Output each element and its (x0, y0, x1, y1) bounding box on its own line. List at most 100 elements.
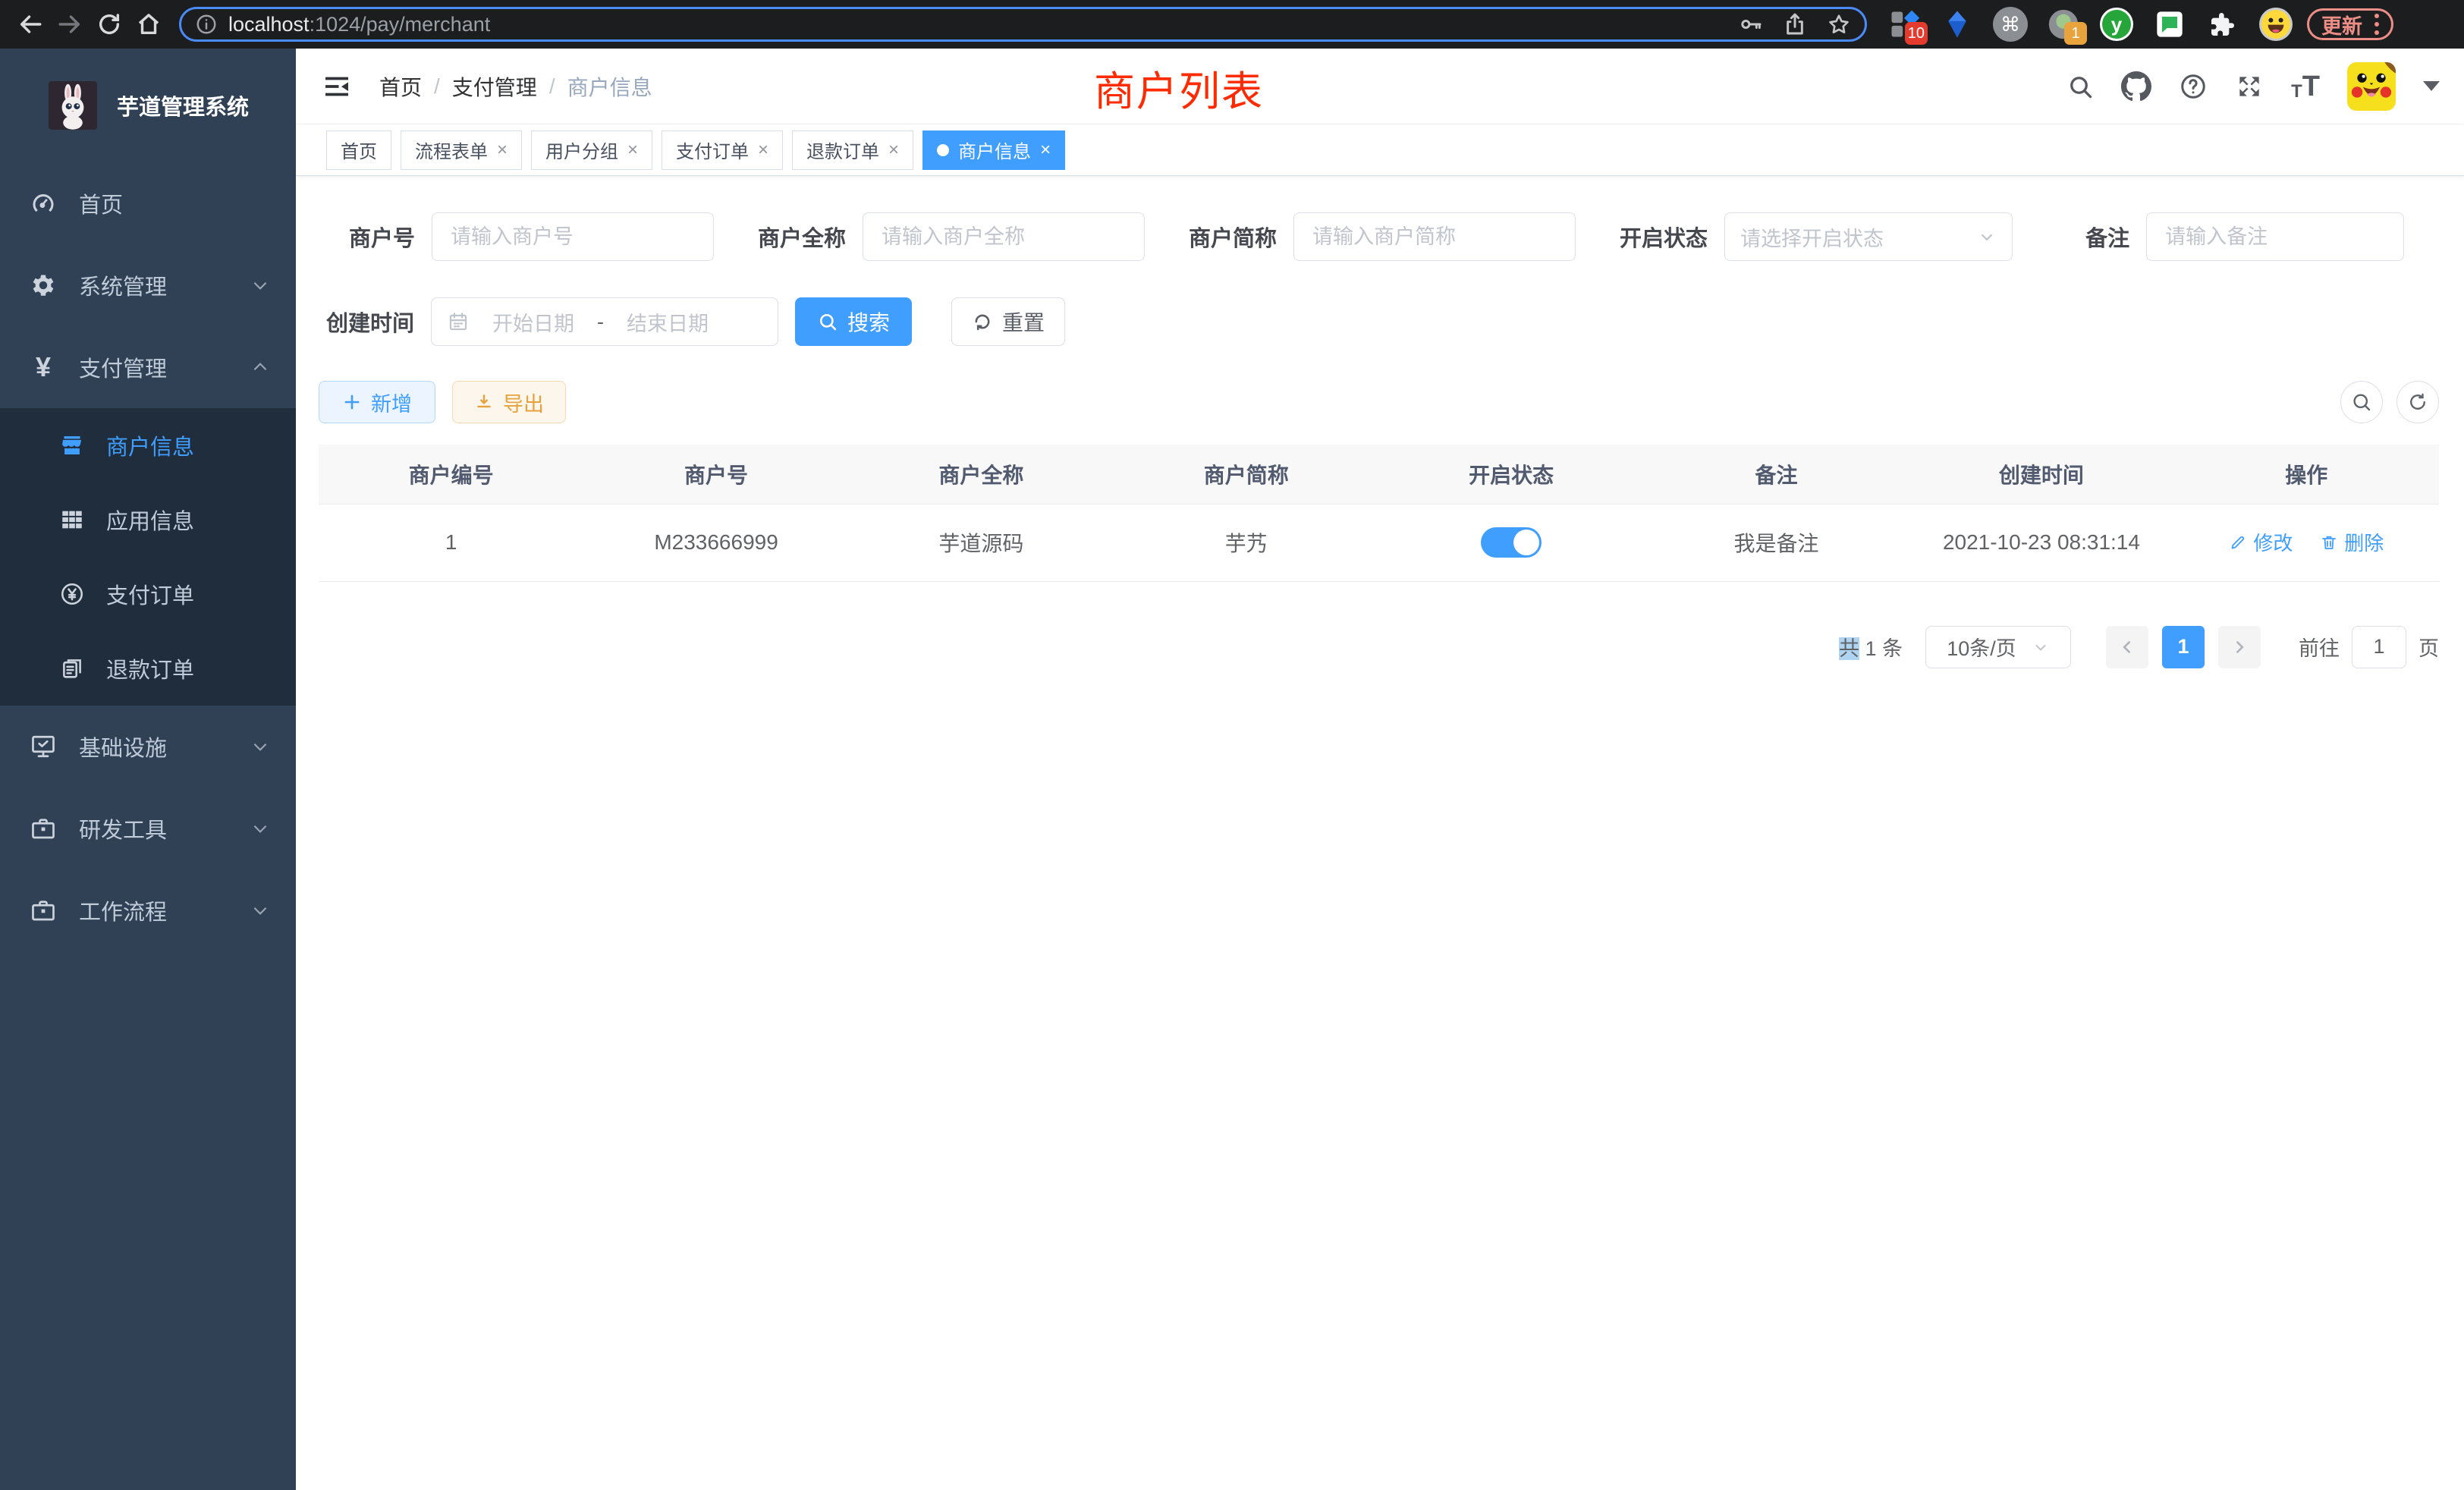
cell-full-name: 芋道源码 (849, 504, 1114, 581)
browser-forward-icon[interactable] (50, 5, 90, 44)
col-actions: 操作 (2174, 445, 2439, 504)
active-dot (937, 144, 949, 156)
extension-command-icon[interactable]: ⌘ (1991, 5, 2029, 43)
sidebar-item-refund-order[interactable]: 退款订单 (0, 631, 296, 706)
sidebar-item-label: 首页 (79, 187, 123, 219)
total-count: 共 1 条 (1839, 632, 1903, 662)
export-button[interactable]: 导出 (452, 381, 566, 423)
extension-puzzle-icon[interactable] (2204, 5, 2242, 43)
header-search-icon[interactable] (2066, 73, 2094, 100)
sidebar-item-pay-order[interactable]: 支付订单 (0, 557, 296, 631)
add-button[interactable]: 新增 (319, 381, 435, 423)
close-icon[interactable]: × (758, 141, 768, 159)
sidebar-item-pay[interactable]: ¥ 支付管理 (0, 326, 296, 408)
tab-refund-order[interactable]: 退款订单× (792, 130, 913, 170)
browser-back-icon[interactable] (11, 5, 50, 44)
full-name-input[interactable] (863, 212, 1145, 261)
table-toolbar: 新增 导出 (319, 381, 2439, 423)
extension-apps-icon[interactable]: 10 (1885, 5, 1923, 43)
avatar-caret-icon[interactable] (2423, 81, 2440, 91)
sidebar-item-label: 应用信息 (106, 504, 194, 536)
date-end-placeholder: 结束日期 (627, 307, 709, 337)
logo-row[interactable]: 芋道管理系统 (0, 49, 296, 162)
merchant-no-input[interactable] (432, 212, 714, 261)
sidebar-item-merchant-info[interactable]: 商户信息 (0, 408, 296, 483)
close-icon[interactable]: × (1040, 141, 1051, 159)
shop-icon (59, 432, 85, 458)
extension-kite-icon[interactable] (1938, 5, 1976, 43)
current-page-button[interactable]: 1 (2162, 626, 2205, 668)
breadcrumb-pay[interactable]: 支付管理 (452, 71, 537, 102)
sidebar-item-workflow[interactable]: 工作流程 (0, 869, 296, 951)
sidebar-item-app-info[interactable]: 应用信息 (0, 483, 296, 557)
browser-menu-icon[interactable] (2374, 14, 2379, 35)
date-start-placeholder: 开始日期 (492, 307, 574, 337)
cell-status (1379, 504, 1644, 581)
tab-process-form[interactable]: 流程表单× (401, 130, 522, 170)
user-avatar[interactable] (2347, 62, 2396, 111)
browser-home-icon[interactable] (129, 5, 168, 44)
close-icon[interactable]: × (627, 141, 638, 159)
pay-submenu: 商户信息 应用信息 支付订单 退款订单 (0, 408, 296, 706)
sidebar-item-infra[interactable]: 基础设施 (0, 706, 296, 787)
sidebar-fold-icon[interactable] (322, 71, 352, 102)
browser-reload-icon[interactable] (90, 5, 129, 44)
address-bar[interactable]: localhost:1024/pay/merchant (179, 7, 1867, 42)
tab-merchant-info[interactable]: 商户信息× (922, 130, 1065, 170)
gear-icon (29, 271, 58, 300)
tab-home[interactable]: 首页 (326, 130, 391, 170)
tab-user-group[interactable]: 用户分组× (531, 130, 652, 170)
close-icon[interactable]: × (888, 141, 899, 159)
table-header-row: 商户编号 商户号 商户全称 商户简称 开启状态 备注 创建时间 操作 (319, 445, 2439, 504)
remark-input[interactable] (2146, 212, 2404, 261)
share-icon[interactable] (1783, 12, 1807, 36)
merchant-table: 商户编号 商户号 商户全称 商户简称 开启状态 备注 创建时间 操作 1 M23… (319, 445, 2439, 582)
browser-update-button[interactable]: 更新 (2307, 8, 2393, 40)
breadcrumb-home[interactable]: 首页 (379, 71, 422, 102)
help-icon[interactable] (2179, 72, 2208, 101)
url-text[interactable]: localhost:1024/pay/merchant (228, 13, 490, 36)
extension-y-icon[interactable]: y (2098, 5, 2136, 43)
reset-button[interactable]: 重置 (951, 297, 1065, 346)
date-separator: - (597, 310, 604, 334)
filter-label: 商户号 (349, 221, 415, 253)
date-range-picker[interactable]: 开始日期 - 结束日期 (431, 297, 778, 346)
site-info-icon[interactable] (195, 13, 218, 36)
goto-page-input[interactable] (2352, 626, 2406, 668)
status-toggle[interactable] (1481, 527, 1542, 558)
page-size-select[interactable]: 10条/页 (1925, 626, 2071, 668)
navbar-actions: TT (2066, 62, 2440, 111)
next-page-button[interactable] (2218, 626, 2261, 668)
delete-link[interactable]: 删除 (2320, 528, 2384, 556)
sidebar-item-label: 退款订单 (106, 652, 194, 684)
fullscreen-icon[interactable] (2235, 72, 2264, 101)
table-search-toggle-icon[interactable] (2340, 381, 2383, 423)
sidebar-item-system[interactable]: 系统管理 (0, 244, 296, 326)
table-refresh-icon[interactable] (2396, 381, 2439, 423)
extension-profile-icon[interactable]: 1 (2044, 5, 2082, 43)
github-icon[interactable] (2121, 71, 2151, 102)
filter-row-2: 创建时间 开始日期 - 结束日期 搜索 重置 (326, 297, 2439, 346)
cell-short-name: 芋艿 (1114, 504, 1378, 581)
extension-chat-icon[interactable] (2151, 5, 2189, 43)
sidebar-item-label: 工作流程 (79, 894, 167, 926)
extension-emoji-icon[interactable] (2257, 5, 2295, 43)
tab-pay-order[interactable]: 支付订单× (662, 130, 783, 170)
sidebar: 芋道管理系统 首页 系统管理 ¥ 支付管理 (0, 49, 296, 1490)
breadcrumb-separator: / (434, 74, 440, 99)
prev-page-button[interactable] (2106, 626, 2148, 668)
edit-link[interactable]: 修改 (2229, 528, 2293, 556)
short-name-input[interactable] (1293, 212, 1576, 261)
col-full-name: 商户全称 (849, 445, 1114, 504)
close-icon[interactable]: × (497, 141, 508, 159)
sidebar-item-devtools[interactable]: 研发工具 (0, 787, 296, 869)
col-short-name: 商户简称 (1114, 445, 1378, 504)
password-key-icon[interactable] (1739, 12, 1763, 36)
cell-remark: 我是备注 (1644, 504, 1909, 581)
search-button[interactable]: 搜索 (795, 297, 912, 346)
bookmark-star-icon[interactable] (1827, 12, 1851, 36)
tabs-bar: 首页 流程表单× 用户分组× 支付订单× 退款订单× 商户信息× (296, 124, 2464, 176)
sidebar-item-home[interactable]: 首页 (0, 162, 296, 244)
font-size-icon[interactable]: TT (2291, 72, 2320, 101)
status-select[interactable]: 请选择开启状态 (1724, 212, 2013, 261)
